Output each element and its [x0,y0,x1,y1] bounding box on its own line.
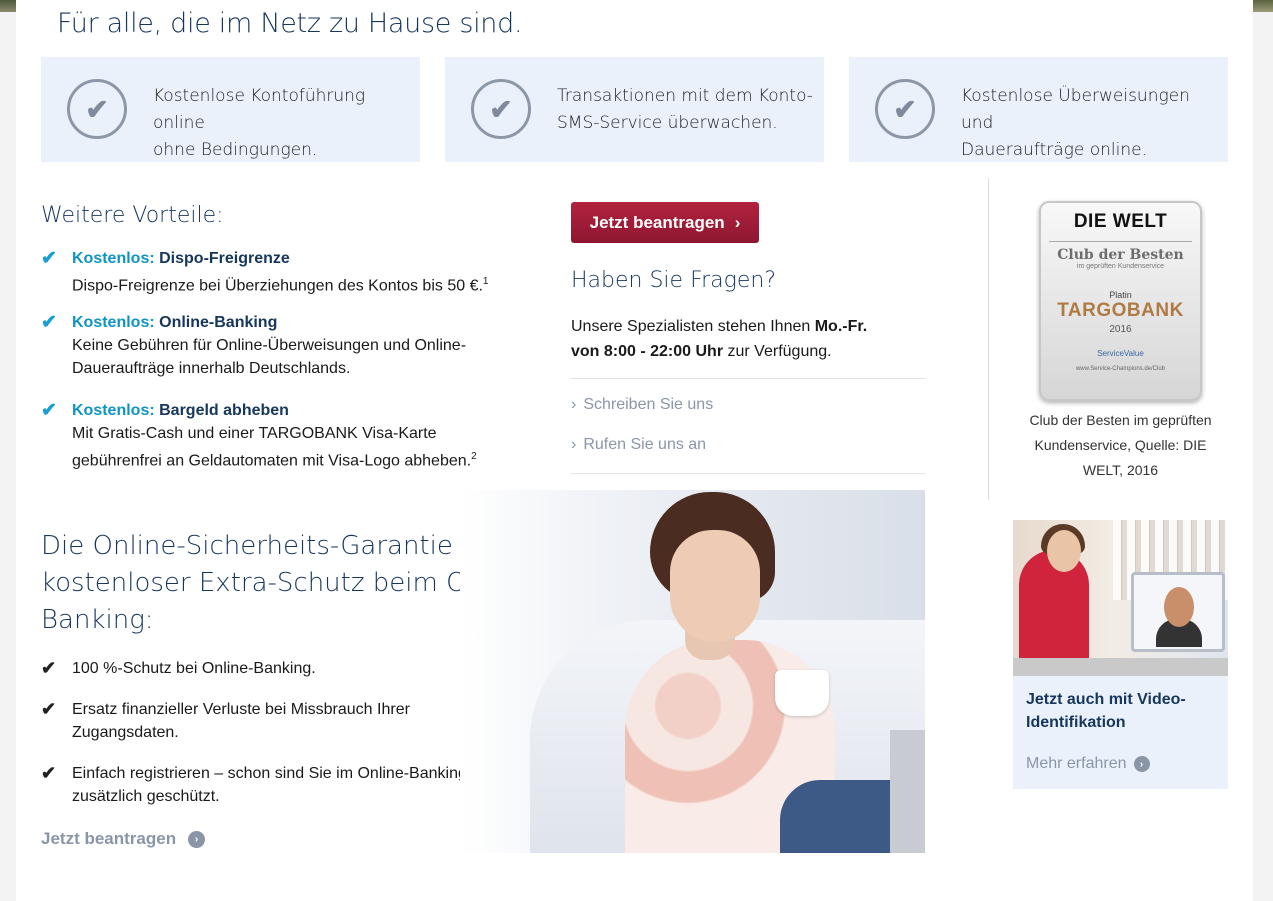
award-level: Platin [1109,290,1132,300]
faq-hours-time: von 8:00 - 22:00 Uhr [571,343,724,360]
feature-keyword: Kostenlos: [72,314,155,331]
security-item-text: Zugangsdaten. [72,724,179,741]
award-brand: DIE WELT [1073,211,1168,232]
check-circle-icon: ✔ [875,79,935,139]
call-us-label: Rufen Sie uns an [583,436,707,453]
apply-now-link[interactable]: Jetzt beantragen › [41,829,206,849]
divider [571,378,925,379]
video-ident-image [1013,520,1228,676]
benefit-tile-3: ✔ Kostenlose Überweisungen und Dauerauft… [849,57,1228,162]
feature-desc: Dispo-Freigrenze bei Überziehungen des K… [72,277,483,295]
feature-title: Online-Banking [159,314,278,331]
feature-item: ✔ Kostenlos: Dispo-Freigrenze Dispo-Frei… [41,247,541,297]
check-icon: ✔ [41,658,57,678]
divider [571,473,925,474]
benefit-tile-2: ✔ Transaktionen mit dem Konto- SMS-Servi… [445,57,824,162]
benefit-text-line: ohne Bedingungen. [153,140,318,160]
feature-title: Dispo-Freigrenze [159,250,290,267]
footnote-marker[interactable]: 1 [483,276,489,287]
award-caption: Club der Besten im geprüften Kundenservi… [1013,408,1228,483]
video-ident-title: Jetzt auch mit Video- Identifikation [1026,688,1221,734]
video-ident-title-line: Identifikation [1026,714,1126,731]
benefit-text-line: Kostenlose Kontoführung online [153,86,366,133]
security-item-text: Ersatz finanzieller Verluste bei Missbra… [72,701,410,718]
check-circle-icon: ✔ [67,79,127,139]
chevron-right-icon: › [571,396,577,413]
security-item: ✔ 100 %-Schutz bei Online-Banking. [41,657,521,680]
award-org: ServiceValue [1097,349,1144,358]
benefit-text-line: Daueraufträge online. [961,140,1148,160]
feature-desc: Daueraufträge innerhalb Deutschlands. [72,360,351,377]
faq-hours-days: Mo.-Fr. [814,318,868,335]
feature-desc: Keine Gebühren für Online-Überweisungen … [72,337,467,354]
benefit-text-line: SMS-Service überwachen. [557,113,778,133]
video-ident-title-line: Jetzt auch mit Video- [1026,691,1186,708]
learn-more-link[interactable]: Mehr erfahren › [1026,755,1150,773]
write-us-label: Schreiben Sie uns [583,396,714,413]
faq-text-part: zur Verfügung. [723,343,832,360]
award-caption-line: Club der Besten im geprüften [1029,412,1212,428]
security-item-text: 100 %-Schutz bei Online-Banking. [72,660,316,677]
header-image-fragment-left [0,0,16,12]
content-sheet: Für alle, die im Netz zu Hause sind. ✔ K… [16,0,1253,901]
feature-keyword: Kostenlos: [72,250,155,267]
feature-desc: gebührenfrei an Geldautomaten mit Visa-L… [72,452,472,470]
award-caption-line: WELT, 2016 [1082,462,1159,478]
check-icon: ✔ [41,763,57,783]
security-item-text: Einfach registrieren – schon sind Sie im… [72,765,467,782]
apply-now-button[interactable]: Jetzt beantragen › [571,202,759,243]
faq-text: Unsere Spezialisten stehen Ihnen Mo.-Fr.… [571,314,931,364]
award-seal: DIE WELT Club der Besten im geprüften Ku… [1039,201,1202,401]
faq-title: Haben Sie Fragen? [571,268,777,293]
award-club-sub: im geprüften Kundenservice [1076,263,1165,270]
learn-more-label: Mehr erfahren [1026,755,1127,772]
more-benefits-title: Weitere Vorteile: [41,203,224,228]
security-item: ✔ Einfach registrieren – schon sind Sie … [41,762,521,808]
award-url: www.Service-Champions.de/Club [1075,366,1166,372]
check-icon: ✔ [41,400,57,421]
woman-with-cup-photo [460,490,925,853]
benefit-text-line: Kostenlose Überweisungen und [961,86,1190,133]
security-item: ✔ Ersatz finanzieller Verluste bei Missb… [41,698,521,744]
apply-now-label: Jetzt beantragen [589,212,725,232]
video-ident-card[interactable]: Jetzt auch mit Video- Identifikation Meh… [1013,520,1228,789]
call-us-link[interactable]: › Rufen Sie uns an [571,436,706,454]
footnote-marker[interactable]: 2 [471,451,477,462]
feature-item: ✔ Kostenlos: Online-Banking Keine Gebühr… [41,311,541,380]
check-circle-icon: ✔ [471,79,531,139]
check-icon: ✔ [41,312,57,333]
page-headline: Für alle, die im Netz zu Hause sind. [57,8,523,39]
feature-keyword: Kostenlos: [72,402,155,419]
column-divider [988,178,989,500]
circle-arrow-right-icon: › [1133,756,1150,772]
faq-text-part: Unsere Spezialisten stehen Ihnen [571,318,815,335]
feature-desc: Mit Gratis-Cash und einer TARGOBANK Visa… [72,425,437,442]
apply-now-link-label: Jetzt beantragen [41,829,177,848]
chevron-right-icon: › [734,212,741,232]
feature-title: Bargeld abheben [159,402,289,419]
benefit-text-line: Transaktionen mit dem Konto- [557,86,813,106]
header-image-fragment-right [1253,0,1273,12]
security-item-text: zusätzlich geschützt. [72,788,220,805]
feature-item: ✔ Kostenlos: Bargeld abheben Mit Gratis-… [41,399,541,472]
check-icon: ✔ [41,699,57,719]
award-bank: TARGOBANK [1057,300,1184,321]
benefit-tile-1: ✔ Kostenlose Kontoführung online ohne Be… [41,57,420,162]
write-us-link[interactable]: › Schreiben Sie uns [571,396,713,414]
circle-arrow-right-icon: › [188,830,206,848]
check-icon: ✔ [41,248,57,269]
chevron-right-icon: › [571,436,577,453]
award-year: 2016 [1109,324,1132,335]
award-club: Club der Besten [1049,241,1192,263]
award-caption-line: Kundenservice, Quelle: DIE [1034,437,1207,453]
